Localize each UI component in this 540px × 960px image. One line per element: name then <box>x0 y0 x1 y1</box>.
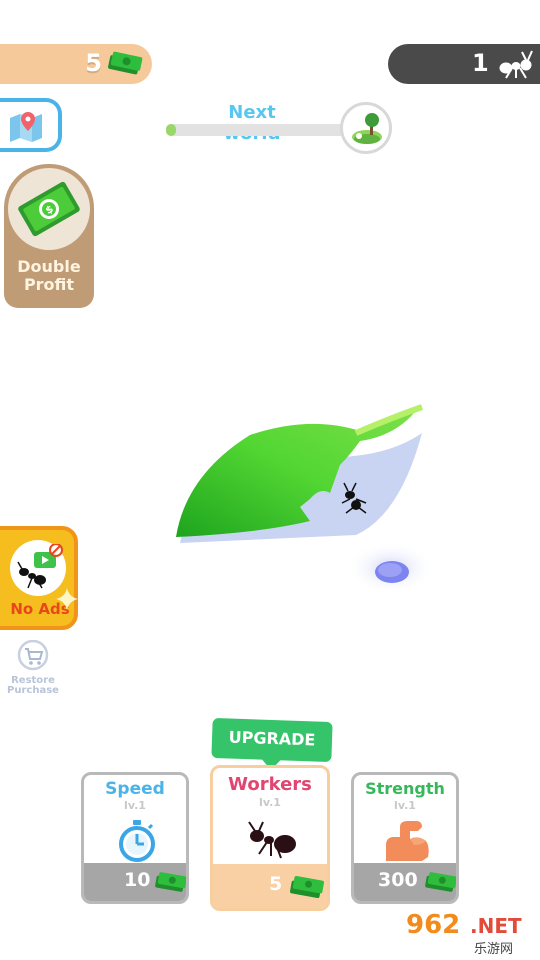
strength-level: lv.1 <box>394 799 416 812</box>
workers-title: Workers <box>228 774 312 795</box>
next-world-progress-bar <box>166 124 356 136</box>
speed-upgrade-card[interactable]: Speed lv.1 10 <box>81 772 189 904</box>
workers-level: lv.1 <box>259 796 281 809</box>
double-profit-line2: Profit <box>23 275 75 294</box>
double-profit-label: Double Profit <box>4 258 94 294</box>
restore-label-line2: Purchase <box>7 685 59 696</box>
leaf[interactable] <box>160 395 430 555</box>
cash-icon <box>155 872 186 892</box>
shopping-cart-refresh-icon <box>17 639 49 671</box>
speed-level: lv.1 <box>124 799 146 812</box>
workers-price: 5 <box>269 873 283 895</box>
next-world-label: Next world <box>224 102 281 144</box>
cash-icon <box>108 51 143 75</box>
workers-price-footer: 5 <box>213 864 327 908</box>
ant-count-value: 1 <box>472 49 489 77</box>
watermark-number: 962 <box>406 910 461 940</box>
map-icon <box>10 112 42 142</box>
strength-price-footer: 300 <box>354 863 456 901</box>
strength-price: 300 <box>378 869 418 891</box>
no-ads-icon <box>17 544 63 589</box>
double-profit-icon-circle: $ <box>8 168 90 250</box>
workers-upgrade-card[interactable]: Workers lv.1 5 <box>210 765 330 911</box>
nest-hole <box>347 542 435 594</box>
sparkle-icon <box>56 588 78 610</box>
next-world-island-icon <box>340 102 392 154</box>
ant-counter: 1 <box>388 44 540 84</box>
ant-icon <box>248 821 296 859</box>
watermark-net: .NET <box>470 914 522 938</box>
cash-bill-icon: $ <box>18 181 80 237</box>
double-profit-button[interactable]: $ Double Profit <box>4 164 94 308</box>
stopwatch-icon <box>119 820 155 862</box>
map-button[interactable] <box>0 98 62 152</box>
strength-title: Strength <box>365 779 445 798</box>
strength-upgrade-card[interactable]: Strength lv.1 300 <box>351 772 459 904</box>
watermark-site-name: 乐游网 <box>474 942 514 957</box>
muscle-arm-icon <box>386 821 429 861</box>
money-counter: 5 <box>0 44 152 84</box>
cash-icon <box>289 876 325 898</box>
cash-icon <box>425 872 456 892</box>
speed-price: 10 <box>124 869 151 891</box>
upgrade-tag: UPGRADE <box>211 717 333 771</box>
watermark-logo: 962 .NET 乐游网 <box>400 908 540 957</box>
speed-title: Speed <box>105 779 165 799</box>
no-ads-button[interactable]: No Ads <box>0 526 78 630</box>
money-value: 5 <box>85 49 102 77</box>
double-profit-line1: Double <box>17 257 81 276</box>
next-world-progress-fill <box>166 124 176 136</box>
restore-purchase-button[interactable]: Restore Purchase <box>2 639 64 696</box>
upgrade-tag-label: UPGRADE <box>228 727 316 750</box>
ant-icon <box>499 50 533 79</box>
speed-price-footer: 10 <box>84 863 186 901</box>
